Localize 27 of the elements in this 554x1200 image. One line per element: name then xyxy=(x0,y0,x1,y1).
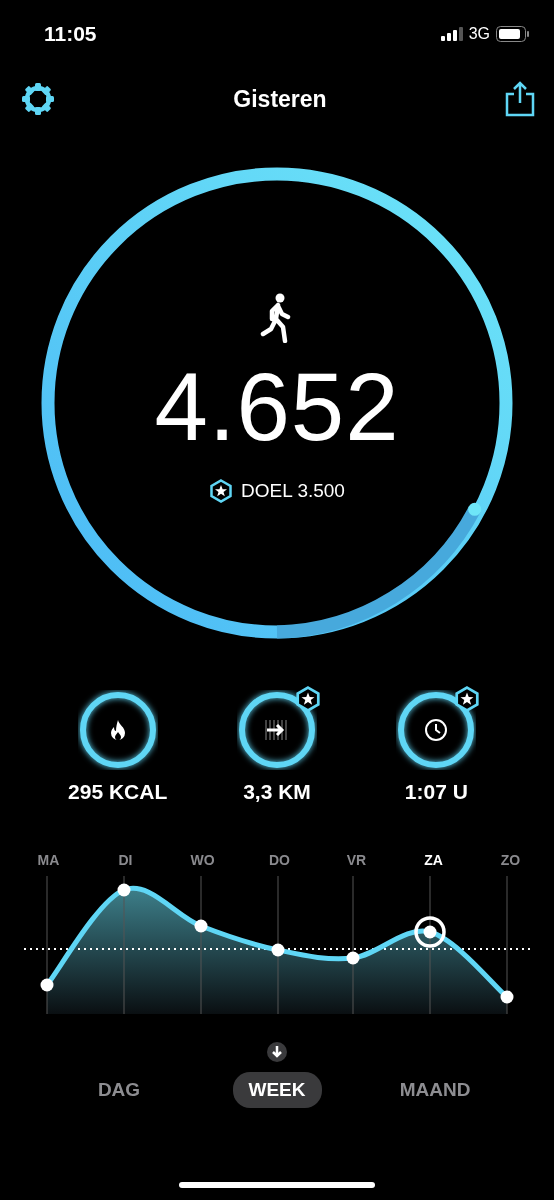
network-label: 3G xyxy=(468,25,490,43)
nav-title: Gisteren xyxy=(233,85,327,113)
day-label[interactable]: DO xyxy=(241,852,318,868)
period-tab[interactable]: MAAND xyxy=(383,1072,487,1108)
signal-icon xyxy=(440,27,463,41)
day-label[interactable]: VR xyxy=(318,852,395,868)
flame-icon xyxy=(108,719,127,741)
goal-badge-icon xyxy=(209,479,234,503)
day-label[interactable]: DI xyxy=(87,852,164,868)
goal-label: DOEL 3.500 xyxy=(241,480,345,502)
distance-icon xyxy=(264,719,290,741)
stat-value: 1:07 U xyxy=(404,780,468,804)
share-button[interactable] xyxy=(504,81,536,117)
settings-button[interactable] xyxy=(20,81,56,117)
battery-icon xyxy=(496,26,530,42)
day-label[interactable]: WO xyxy=(164,852,241,868)
day-label[interactable]: MA xyxy=(10,852,87,868)
status-time: 11:05 xyxy=(44,22,97,46)
clock-icon xyxy=(424,718,449,742)
step-count: 4.652 xyxy=(154,359,400,455)
day-label[interactable]: ZA xyxy=(395,852,472,868)
stat-value: 295 KCAL xyxy=(68,780,168,804)
period-tab[interactable]: DAG xyxy=(81,1072,157,1108)
stat-value: 3,3 KM xyxy=(243,780,311,804)
day-label[interactable]: ZO xyxy=(472,852,549,868)
goal-badge-icon xyxy=(295,686,321,712)
goal-badge-icon xyxy=(454,686,481,712)
